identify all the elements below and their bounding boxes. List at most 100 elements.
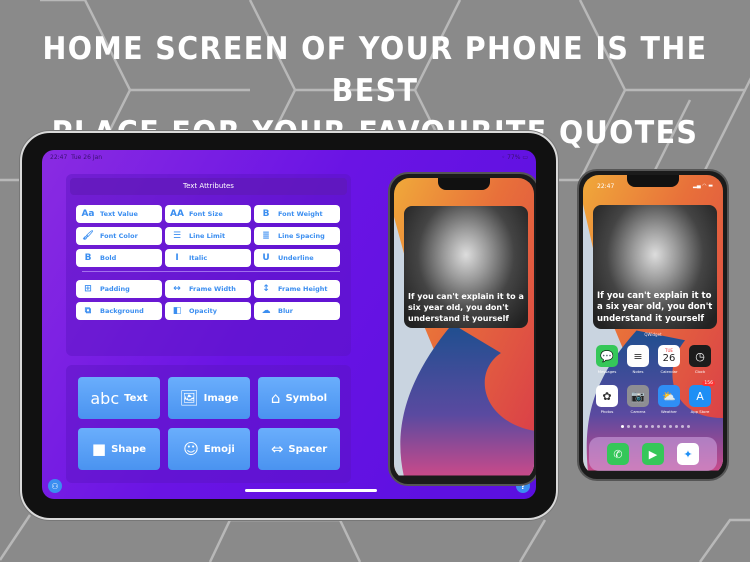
frame-height-button[interactable]: ↕ Frame Height bbox=[254, 280, 340, 298]
font-size-icon: AA bbox=[170, 209, 184, 219]
page-dot[interactable] bbox=[669, 425, 672, 428]
house-icon: ⌂ bbox=[270, 389, 281, 407]
font-color-button[interactable]: 🖌 Font Color bbox=[76, 227, 162, 245]
app-weather[interactable]: ⛅ Weather bbox=[658, 385, 680, 414]
page-dot[interactable] bbox=[645, 425, 648, 428]
battery-icon: ▭ bbox=[522, 154, 528, 161]
button-label: Text bbox=[124, 392, 148, 404]
paintbrush-icon: 🖌 bbox=[82, 231, 94, 241]
page-dot[interactable] bbox=[657, 425, 660, 428]
padding-icon: ⊞ bbox=[84, 284, 92, 294]
background-button[interactable]: ⧉ Background bbox=[76, 302, 162, 320]
button-label: Shape bbox=[111, 443, 147, 455]
button-label: Image bbox=[203, 392, 239, 404]
app-label: Photos bbox=[600, 409, 614, 414]
quote-widget[interactable]: If you can't explain it to a six year ol… bbox=[593, 205, 717, 329]
opacity-icon: ◧ bbox=[172, 306, 182, 316]
button-label: Line Spacing bbox=[278, 232, 325, 240]
button-label: Frame Width bbox=[189, 285, 236, 293]
add-shape-button[interactable]: ■ Shape bbox=[78, 428, 160, 470]
page-dot[interactable] bbox=[621, 425, 624, 428]
ipad-device: 22:47 Tue 26 Jan ◦ 77% ▭ Text Attributes… bbox=[20, 131, 558, 520]
font-weight-button[interactable]: B Font Weight bbox=[254, 205, 340, 223]
wifi-icon: ◠ bbox=[702, 183, 707, 189]
app-camera[interactable]: 📷 Camera bbox=[627, 385, 649, 414]
button-label: Font Color bbox=[100, 232, 138, 240]
app-label: Clock bbox=[694, 369, 706, 374]
bold-button[interactable]: B Bold bbox=[76, 249, 162, 267]
opacity-button[interactable]: ◧ Opacity bbox=[165, 302, 251, 320]
button-label: Spacer bbox=[288, 443, 328, 455]
facetime-app-icon[interactable]: ▶ bbox=[642, 443, 664, 465]
font-size-button[interactable]: AA Font Size bbox=[165, 205, 251, 223]
preview-phone-screen: If you can't explain it to a six year ol… bbox=[394, 178, 534, 480]
page-dot[interactable] bbox=[651, 425, 654, 428]
text-value-icon: Aa bbox=[81, 209, 95, 219]
app-label: Notes bbox=[632, 369, 644, 374]
blur-button[interactable]: ☁ Blur bbox=[254, 302, 340, 320]
button-label: Opacity bbox=[189, 307, 217, 315]
image-icon: 🖼 bbox=[179, 389, 199, 407]
bold-icon: B bbox=[84, 253, 92, 263]
person-add-icon: ⚇ bbox=[51, 481, 59, 491]
text-value-button[interactable]: Aa Text Value bbox=[76, 205, 162, 223]
add-image-button[interactable]: 🖼 Image bbox=[168, 377, 250, 419]
button-label: Padding bbox=[100, 285, 130, 293]
add-symbol-button[interactable]: ⌂ Symbol bbox=[258, 377, 340, 419]
app-photos[interactable]: ✿ Photos bbox=[596, 385, 618, 414]
frame-height-icon: ↕ bbox=[262, 284, 270, 294]
button-label: Italic bbox=[189, 254, 208, 262]
app-notes[interactable]: ≡ Notes bbox=[627, 345, 649, 374]
notch bbox=[438, 178, 490, 190]
frame-width-button[interactable]: ↔ Frame Width bbox=[165, 280, 251, 298]
widget-label: QWidget bbox=[644, 332, 662, 337]
padding-button[interactable]: ⊞ Padding bbox=[76, 280, 162, 298]
phone-app-icon[interactable]: ✆ bbox=[607, 443, 629, 465]
app-messages[interactable]: 💬 Messages bbox=[596, 345, 618, 374]
page-dot[interactable] bbox=[663, 425, 666, 428]
quote-widget[interactable]: If you can't explain it to a six year ol… bbox=[404, 206, 528, 328]
page-dot[interactable] bbox=[633, 425, 636, 428]
add-elements-grid: abc Text 🖼 Image ⌂ Symbol ■ Shape ☺ Emoji ⇔ Spacer bbox=[78, 377, 340, 470]
page-dot[interactable] bbox=[681, 425, 684, 428]
italic-button[interactable]: I Italic bbox=[165, 249, 251, 267]
square-icon: ■ bbox=[91, 440, 107, 458]
add-user-button[interactable]: ⚇ bbox=[48, 479, 62, 493]
calendar-icon: TUE 26 bbox=[658, 345, 680, 367]
add-emoji-button[interactable]: ☺ Emoji bbox=[168, 428, 250, 470]
safari-app-icon[interactable]: ✦ bbox=[677, 443, 699, 465]
page-dots[interactable] bbox=[621, 425, 690, 428]
app-calendar[interactable]: TUE 26 Calendar bbox=[658, 345, 680, 374]
notes-icon: ≡ bbox=[627, 345, 649, 367]
wifi-icon: ◦ bbox=[501, 154, 506, 161]
messages-icon: 💬 bbox=[596, 345, 618, 367]
underline-button[interactable]: U Underline bbox=[254, 249, 340, 267]
line-spacing-button[interactable]: ≣ Line Spacing bbox=[254, 227, 340, 245]
ipad-screen: 22:47 Tue 26 Jan ◦ 77% ▭ Text Attributes… bbox=[42, 150, 536, 499]
page-dot[interactable] bbox=[639, 425, 642, 428]
line-limit-button[interactable]: ☰ Line Limit bbox=[165, 227, 251, 245]
underline-icon: U bbox=[262, 253, 270, 263]
text-attributes-grid: Aa Text Value AA Font Size B Font Weight 🖌 Font… bbox=[76, 205, 340, 267]
button-label: Blur bbox=[278, 307, 294, 315]
blur-icon: ☁ bbox=[261, 306, 271, 316]
button-label: Frame Height bbox=[278, 285, 328, 293]
add-elements-panel: abc Text 🖼 Image ⌂ Symbol ■ Shape ☺ Emoji ⇔ Spacer bbox=[66, 365, 351, 483]
add-spacer-button[interactable]: ⇔ Spacer bbox=[258, 428, 340, 470]
status-time-date: 22:47 Tue 26 Jan bbox=[50, 154, 103, 161]
battery-icon: ▬ bbox=[708, 183, 713, 189]
background-icon: ⧉ bbox=[84, 306, 92, 316]
add-text-button[interactable]: abc Text bbox=[78, 377, 160, 419]
photos-icon: ✿ bbox=[596, 385, 618, 407]
page-dot[interactable] bbox=[687, 425, 690, 428]
iphone-screen: 22:47 ▂▄ ◠ ▬ If you can't explain it to … bbox=[583, 175, 723, 475]
button-label: Symbol bbox=[285, 392, 328, 404]
dock: ✆ ▶ ✦ bbox=[589, 437, 717, 471]
clock-icon: ◷ bbox=[689, 345, 711, 367]
page-dot[interactable] bbox=[627, 425, 630, 428]
app-grid: 💬 Messages ≡ Notes TUE 26 Calendar ◷ Clock ✿ Photo… bbox=[596, 345, 715, 414]
app-clock[interactable]: ◷ Clock bbox=[689, 345, 711, 374]
button-label: Font Weight bbox=[278, 210, 323, 218]
page-dot[interactable] bbox=[675, 425, 678, 428]
app-app-store[interactable]: A 156 App Store bbox=[689, 381, 715, 414]
